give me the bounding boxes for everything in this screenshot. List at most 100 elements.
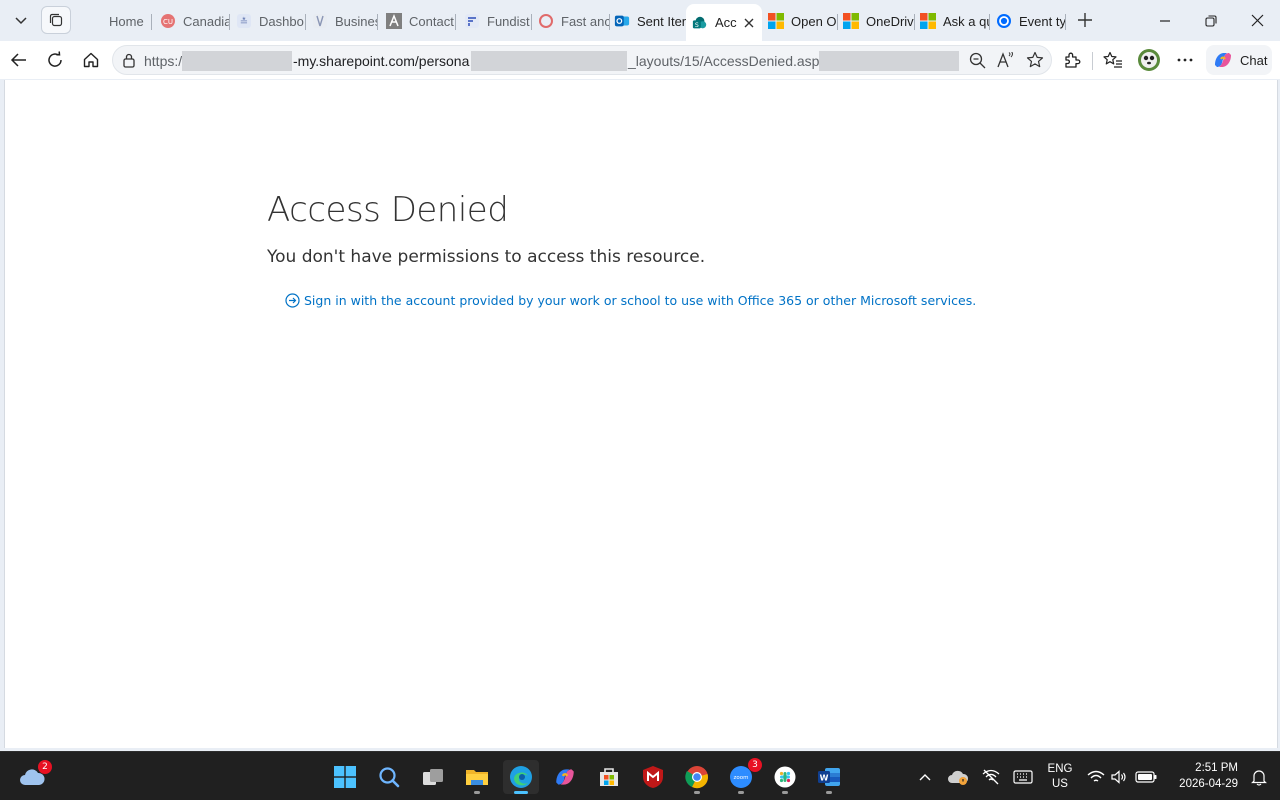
folder-icon <box>466 770 488 785</box>
network-tray-button[interactable] <box>975 760 1007 794</box>
running-indicator <box>694 791 700 794</box>
close-icon <box>744 18 754 27</box>
blank-page-icon <box>86 13 102 29</box>
tab-contact[interactable]: Contact <box>386 6 456 36</box>
show-hidden-icons-button[interactable] <box>909 760 941 794</box>
zoom-app-button[interactable]: zoom 3 <box>723 758 762 794</box>
notifications-button[interactable] <box>1244 760 1274 794</box>
lock-icon <box>123 53 135 68</box>
search-icon <box>379 767 400 788</box>
zoom-button[interactable] <box>969 52 986 74</box>
store-icon <box>600 768 618 786</box>
running-indicator <box>782 791 788 794</box>
close-icon <box>1251 14 1263 27</box>
start-button[interactable] <box>327 760 363 794</box>
url-path: _layouts/15/AccessDenied.aspx <box>628 53 827 69</box>
tab-access-denied[interactable]: S Acc <box>686 4 762 41</box>
copilot-icon <box>1215 53 1231 67</box>
clock-date: 2026-04-29 <box>1179 778 1238 790</box>
close-tab-button[interactable] <box>743 17 755 29</box>
workspaces-icon <box>49 13 63 27</box>
ring-icon <box>538 13 554 29</box>
file-explorer-button[interactable] <box>459 760 495 794</box>
touch-keyboard-button[interactable] <box>1007 760 1039 794</box>
search-button[interactable] <box>371 760 407 794</box>
restore-button[interactable] <box>1188 0 1234 41</box>
tab-fundist[interactable]: Fundist <box>464 6 532 36</box>
svg-text:zoom: zoom <box>734 775 749 781</box>
workspaces-button[interactable] <box>41 6 71 34</box>
puzzle-icon <box>1065 52 1081 68</box>
extensions-button[interactable] <box>1057 45 1087 75</box>
tab-onedrive[interactable]: OneDriv <box>843 6 915 36</box>
task-view-button[interactable] <box>415 760 451 794</box>
microsoft-logo-icon <box>920 13 936 29</box>
error-message: You don't have permissions to access thi… <box>267 247 706 267</box>
tab-fast[interactable]: Fast anc <box>538 6 610 36</box>
running-indicator <box>474 791 480 794</box>
tab-dashboard[interactable]: ≛ Dashbo <box>236 6 306 36</box>
mcafee-button[interactable] <box>635 760 671 794</box>
clock[interactable]: 2:51 PM 2026-04-29 <box>1166 760 1246 794</box>
svg-text:S: S <box>695 22 699 29</box>
toolbar-divider <box>1092 52 1093 70</box>
svg-text:CU: CU <box>163 18 173 26</box>
zoom-out-icon <box>969 52 986 69</box>
clock-time: 2:51 PM <box>1195 762 1238 774</box>
back-button[interactable] <box>4 45 34 75</box>
tab-canadia[interactable]: CU Canadia <box>160 6 230 36</box>
cu-logo-icon: CU <box>160 13 176 29</box>
read-aloud-button[interactable] <box>997 50 1015 74</box>
microsoft-store-button[interactable] <box>591 760 627 794</box>
running-indicator <box>514 791 528 794</box>
close-window-button[interactable] <box>1234 0 1280 41</box>
language-indicator[interactable]: ENG US <box>1042 762 1078 794</box>
slack-button[interactable] <box>767 760 803 794</box>
wifi-icon <box>1087 770 1105 782</box>
favorites-button[interactable] <box>1098 45 1128 75</box>
microsoft-logo-icon <box>768 13 784 29</box>
star-icon <box>1026 51 1044 68</box>
tab-event-types[interactable]: Event ty <box>996 6 1066 36</box>
home-button[interactable] <box>76 45 106 75</box>
refresh-button[interactable] <box>40 45 70 75</box>
profile-button[interactable] <box>1134 45 1164 75</box>
favorite-button[interactable] <box>1026 51 1044 74</box>
tab-separator <box>531 14 532 30</box>
tab-open[interactable]: Open O <box>768 6 838 36</box>
business-icon <box>312 13 328 29</box>
copilot-app-button[interactable] <box>547 760 583 794</box>
address-bar[interactable]: https:/ -my.sharepoint.com/persona _layo… <box>112 45 1052 75</box>
arrow-left-icon <box>10 53 26 67</box>
minimize-button[interactable] <box>1142 0 1188 41</box>
slack-icon <box>774 766 796 788</box>
new-tab-button[interactable] <box>1070 6 1100 34</box>
copilot-chat-button[interactable]: Chat <box>1206 45 1272 75</box>
quick-settings-button[interactable] <box>1084 760 1160 794</box>
sign-in-link-text[interactable]: Sign in with the account provided by you… <box>304 293 976 308</box>
onedrive-tray-button[interactable] <box>942 760 974 794</box>
avatar-icon <box>1138 49 1160 71</box>
copilot-icon <box>556 769 574 785</box>
a-logo-icon <box>386 13 402 29</box>
tab-actions-button[interactable] <box>6 6 36 34</box>
url-scheme: https:/ <box>144 53 183 69</box>
zoom-badge: 3 <box>748 758 762 772</box>
network-blocked-icon <box>982 769 1000 785</box>
svg-text:W: W <box>820 774 829 783</box>
url-host: -my.sharepoint.com/persona <box>293 53 470 69</box>
tab-business[interactable]: Busines <box>312 6 378 36</box>
sign-in-link[interactable]: Sign in with the account provided by you… <box>285 293 976 308</box>
tab-sent-items[interactable]: Sent Iter <box>614 6 686 36</box>
page-content: Access Denied You don't have permissions… <box>4 80 1278 748</box>
tab-separator <box>151 14 152 30</box>
weather-widget[interactable]: 2 <box>14 760 52 794</box>
microsoft-logo-icon <box>843 13 859 29</box>
chrome-button[interactable] <box>679 760 715 794</box>
edge-button[interactable] <box>503 760 539 794</box>
tab-ask-a-question[interactable]: Ask a qu <box>920 6 990 36</box>
tab-separator <box>305 14 306 30</box>
tab-home[interactable]: Home <box>86 6 152 36</box>
settings-more-button[interactable] <box>1170 45 1200 75</box>
word-button[interactable]: W <box>811 760 847 794</box>
